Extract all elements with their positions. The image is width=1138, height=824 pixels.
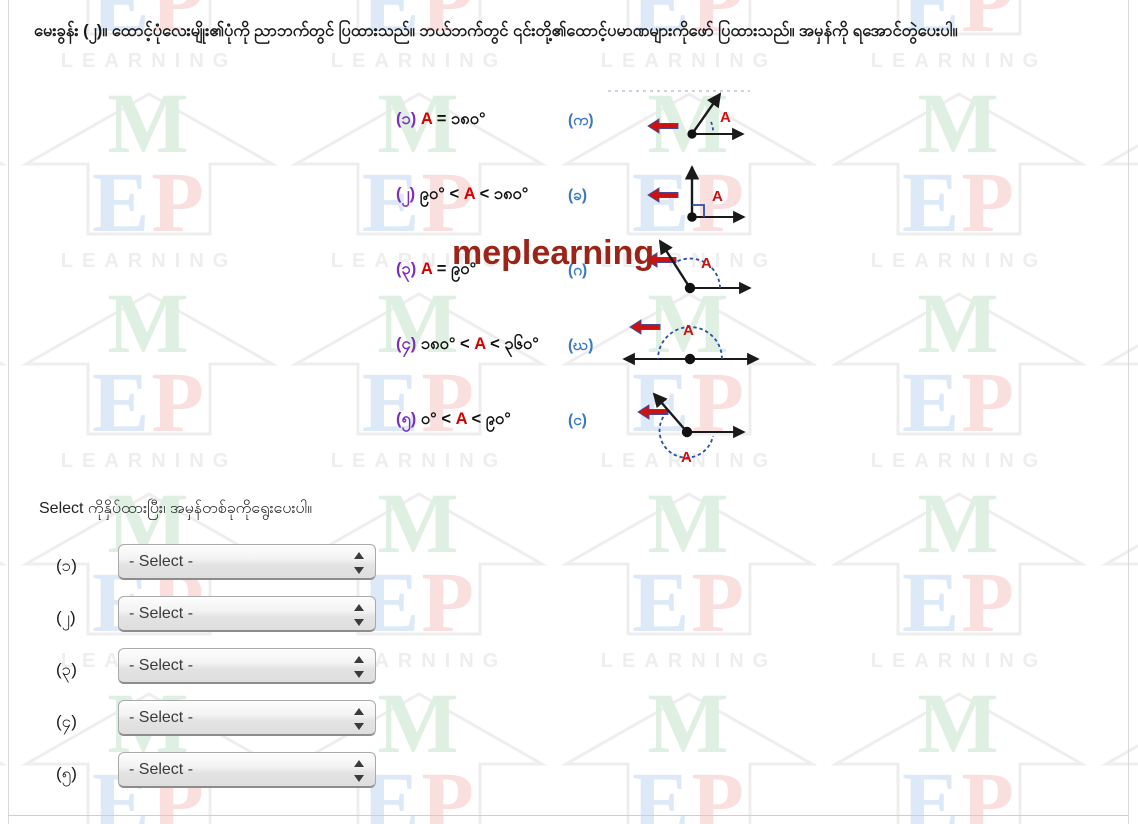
- answer-row: (၁) - Select -: [40, 540, 440, 592]
- angle-definition-row: (၁) A = ၁၈၀° (က): [396, 104, 606, 179]
- angle-definition-row: (၅) ၀° < A < ၉၀° (င): [396, 404, 606, 479]
- answer-row-label: (၅): [56, 764, 77, 783]
- angle-label: A: [683, 322, 694, 339]
- answer-select-2[interactable]: - Select -: [118, 596, 376, 632]
- definition-upper-bound: ၃၆၀°: [504, 335, 539, 353]
- definition-upper-bound: ၁၈၀°: [493, 185, 529, 203]
- chevron-updown-icon[interactable]: [354, 760, 365, 782]
- definition-index: (၄): [396, 335, 417, 353]
- answer-row: (၃) - Select -: [40, 644, 440, 696]
- answer-select-3[interactable]: - Select -: [118, 648, 376, 684]
- answer-row: (၅) - Select -: [40, 748, 440, 800]
- straight-angle-figure: A: [612, 311, 772, 386]
- left-arrow-icon: [647, 187, 679, 203]
- definition-operator-lower: <: [455, 335, 475, 353]
- answer-row-label: (၂): [56, 608, 76, 627]
- chevron-updown-icon[interactable]: [354, 604, 365, 626]
- definition-variable: A: [420, 110, 433, 128]
- chevron-updown-icon[interactable]: [354, 708, 365, 730]
- definition-variable: A: [474, 335, 486, 353]
- definition-variable: A: [420, 260, 433, 278]
- definition-lower-bound: ၁၈၀°: [420, 335, 456, 353]
- answer-select-value: - Select -: [129, 553, 194, 570]
- definition-operator-upper: <: [475, 185, 494, 203]
- definition-upper-bound: ၉၀°: [485, 410, 511, 428]
- definition-variable: A: [455, 410, 467, 428]
- definition-operator-upper: <: [466, 410, 486, 428]
- definition-index: (၂): [396, 185, 416, 203]
- answer-dropdown-list: (၁) - Select - (၂) - Select - (၃) - Select -(…: [40, 540, 440, 800]
- angle-definitions-list: (၁) A = ၁၈၀° (က) (၂) ၉၀° < A < ၁၈၀° (ခ) (၃) …: [396, 104, 606, 479]
- chevron-updown-icon[interactable]: [354, 552, 365, 574]
- left-arrow-icon: [637, 404, 669, 420]
- definition-match-tag: (ဃ): [568, 337, 594, 354]
- angle-label: A: [681, 449, 692, 464]
- definition-index: (၅): [396, 410, 417, 428]
- definition-expression: (၅) ၀° < A < ၉၀°: [396, 409, 511, 433]
- answer-select-value: - Select -: [129, 605, 194, 622]
- answer-row: (၂) - Select -: [40, 592, 440, 644]
- definition-operator-upper: <: [485, 335, 505, 353]
- right-angle-figure: A: [612, 161, 772, 236]
- definition-operator-lower: <: [444, 185, 464, 203]
- angle-definition-row: (၄) ၁၈၀° < A < ၃၆၀° (ဃ): [396, 329, 606, 404]
- left-arrow-icon: [647, 118, 679, 134]
- question-heading: မေးခွန်း (၂)။ ထောင့်ပုံလေးမျိုး၏ပုံကို ည…: [34, 22, 958, 40]
- answer-select-value: - Select -: [129, 761, 194, 778]
- brand-watermark-text: meplearning: [452, 234, 655, 272]
- angle-label: A: [712, 188, 723, 205]
- reflex-angle-figure: A: [612, 386, 772, 464]
- answer-select-5[interactable]: - Select -: [118, 752, 376, 788]
- answer-row-label: (၄): [56, 712, 77, 731]
- definition-match-tag: (ခ): [568, 187, 588, 204]
- definition-index: (၃): [396, 260, 417, 278]
- definition-operator: =: [432, 110, 451, 128]
- definition-match-tag: (က): [568, 112, 594, 129]
- chevron-updown-icon[interactable]: [354, 656, 365, 678]
- definition-expression: (၁) A = ၁၈၀°: [396, 109, 486, 133]
- definition-variable: A: [463, 185, 475, 203]
- answer-select-1[interactable]: - Select -: [118, 544, 376, 580]
- definition-match-tag: (င): [568, 412, 587, 429]
- definition-index: (၁): [396, 110, 417, 128]
- answer-select-value: - Select -: [129, 657, 194, 674]
- answer-select-4[interactable]: - Select -: [118, 700, 376, 736]
- select-instruction-text: Select ကိုနှိပ်ထားပြီး၊ အမှန်တစ်ခုကိုရွေ…: [39, 500, 313, 517]
- definition-operator: =: [432, 260, 451, 278]
- answer-select-value: - Select -: [129, 709, 194, 726]
- acute-angle-figure: A: [612, 86, 772, 161]
- left-arrow-icon: [629, 319, 661, 335]
- definition-lower-bound: ၉၀°: [419, 185, 445, 203]
- angle-label: A: [720, 109, 731, 126]
- content-layer: မေးခွန်း (၂)။ ထောင့်ပုံလေးမျိုး၏ပုံကို ည…: [0, 0, 1138, 824]
- answer-row-label: (၁): [56, 556, 77, 575]
- angle-figures-list: A A A A A: [612, 86, 772, 464]
- definition-value: ၁၈၀°: [451, 110, 486, 128]
- definition-lower-bound: ၀°: [420, 410, 437, 428]
- angle-label: A: [701, 255, 712, 272]
- definition-expression: (၄) ၁၈၀° < A < ၃၆၀°: [396, 334, 539, 358]
- definition-expression: (၂) ၉၀° < A < ၁၈၀°: [396, 184, 528, 208]
- answer-row-label: (၃): [56, 660, 77, 679]
- definition-operator-lower: <: [436, 410, 456, 428]
- answer-row: (၄) - Select -: [40, 696, 440, 748]
